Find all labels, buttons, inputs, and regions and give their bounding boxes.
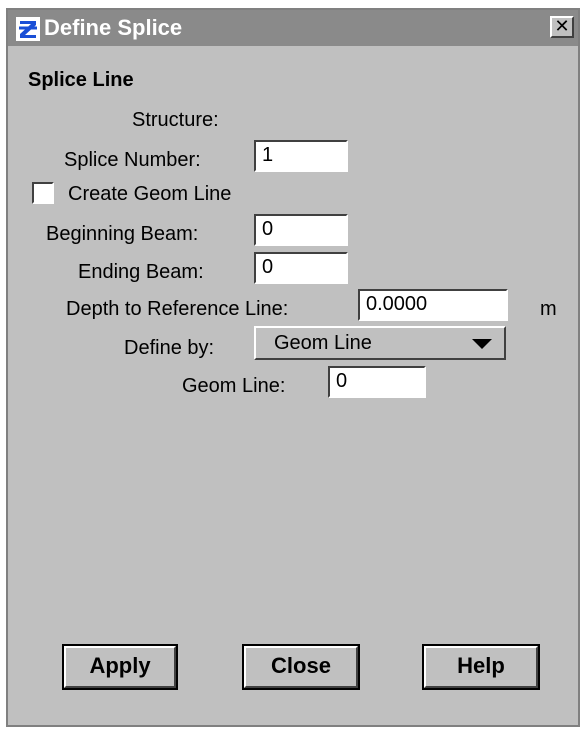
define-splice-dialog: Define Splice ✕ Splice Line Structure: S… bbox=[6, 8, 580, 727]
geom-line-label: Geom Line: bbox=[182, 375, 286, 397]
depth-unit-label: m bbox=[540, 298, 557, 320]
title-bar: Define Splice ✕ bbox=[8, 10, 578, 46]
create-geom-line-checkbox[interactable] bbox=[32, 182, 54, 204]
close-icon[interactable]: ✕ bbox=[550, 16, 574, 38]
define-by-dropdown[interactable]: Geom Line bbox=[254, 326, 506, 360]
beginning-beam-label: Beginning Beam: bbox=[46, 223, 199, 245]
close-button[interactable]: Close bbox=[242, 644, 360, 690]
window-title: Define Splice bbox=[44, 15, 183, 40]
structure-label: Structure: bbox=[132, 109, 219, 131]
create-geom-line-label: Create Geom Line bbox=[68, 183, 232, 205]
depth-reference-label: Depth to Reference Line: bbox=[66, 298, 289, 320]
help-button[interactable]: Help bbox=[422, 644, 540, 690]
define-by-value: Geom Line bbox=[274, 332, 372, 354]
app-logo-icon bbox=[16, 17, 40, 41]
section-title: Splice Line bbox=[28, 69, 134, 91]
splice-number-input[interactable]: 1 bbox=[254, 140, 348, 172]
chevron-down-icon bbox=[472, 339, 492, 349]
define-by-label: Define by: bbox=[124, 337, 215, 359]
ending-beam-label: Ending Beam: bbox=[78, 261, 204, 283]
ending-beam-input[interactable]: 0 bbox=[254, 252, 348, 284]
beginning-beam-input[interactable]: 0 bbox=[254, 214, 348, 246]
geom-line-input[interactable]: 0 bbox=[328, 366, 426, 398]
apply-button[interactable]: Apply bbox=[62, 644, 178, 690]
depth-reference-input[interactable]: 0.0000 bbox=[358, 289, 508, 321]
splice-number-label: Splice Number: bbox=[64, 149, 201, 171]
